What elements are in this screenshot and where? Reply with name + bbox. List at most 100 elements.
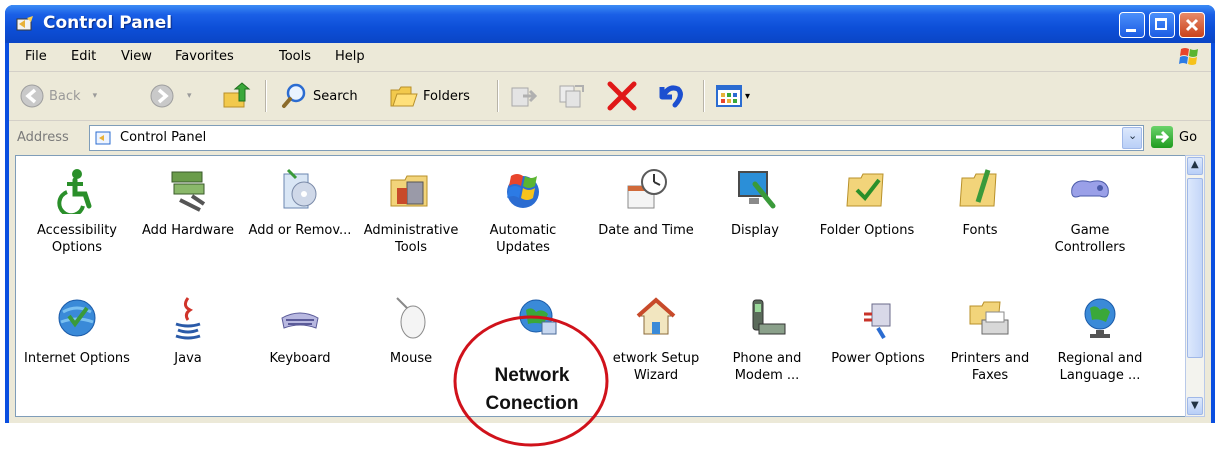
item-label: Printers and Faxes [950, 351, 1030, 383]
accessibility-icon [57, 169, 92, 218]
item-fonts[interactable]: Fonts [926, 166, 1034, 239]
minimize-icon [1126, 29, 1136, 32]
folders-label: Folders [423, 88, 470, 104]
menu-help[interactable]: Help [335, 49, 365, 64]
item-printers-faxes[interactable]: Printers and Faxes [936, 294, 1044, 384]
item-add-hardware[interactable]: Add Hardware [134, 166, 242, 239]
window-title: Control Panel [43, 13, 173, 33]
chevron-down-icon: ▼ [1191, 400, 1199, 411]
item-automatic-updates[interactable]: Automatic Updates [469, 166, 577, 256]
vertical-scrollbar[interactable]: ▲ ▼ [1185, 155, 1205, 417]
delete-button[interactable] [605, 72, 639, 120]
go-button[interactable]: Go [1151, 126, 1197, 148]
item-label: Power Options [831, 351, 925, 366]
item-administrative-tools[interactable]: Administrative Tools [357, 166, 465, 256]
item-date-time[interactable]: Date and Time [592, 166, 700, 239]
maximize-icon [1155, 18, 1167, 30]
folders-icon [390, 86, 418, 107]
item-label: Regional and Language ... [1057, 351, 1143, 383]
search-label: Search [313, 88, 358, 104]
item-phone-modem[interactable]: Phone and Modem ... [713, 294, 821, 384]
go-arrow-icon [1151, 126, 1173, 148]
item-internet-options[interactable]: Internet Options [23, 294, 131, 367]
item-accessibility-options[interactable]: Accessibility Options [23, 166, 131, 256]
search-button[interactable]: Search [281, 72, 358, 120]
item-keyboard[interactable]: Keyboard [246, 294, 354, 367]
menu-edit[interactable]: Edit [71, 49, 96, 64]
item-label: Date and Time [598, 223, 694, 238]
forward-dropdown-icon[interactable]: ▾ [187, 91, 192, 101]
views-dropdown-icon[interactable]: ▾ [745, 91, 750, 102]
mouse-icon [396, 297, 426, 339]
delete-icon [607, 81, 637, 111]
move-to-button[interactable] [509, 72, 539, 120]
windows-logo-icon [1179, 48, 1198, 65]
folder-options-icon [846, 173, 884, 207]
undo-icon [659, 85, 683, 108]
scroll-up-button[interactable]: ▲ [1187, 157, 1203, 175]
item-add-remove-programs[interactable]: Add or Remov... [246, 166, 354, 239]
close-button[interactable] [1179, 12, 1205, 38]
back-dropdown-icon[interactable]: ▾ [93, 91, 98, 101]
minimize-button[interactable] [1119, 12, 1145, 38]
annotation-line1: Network [494, 365, 570, 386]
title-bar[interactable]: Control Panel [5, 5, 1215, 43]
toolbar: Back ▾ ▾ Search Folders ▾ [9, 72, 1211, 121]
administrative-tools-icon [390, 175, 428, 207]
menu-tools[interactable]: Tools [279, 49, 311, 64]
scroll-thumb[interactable] [1187, 178, 1203, 358]
copy-to-icon [559, 85, 584, 108]
forward-arrow-icon [150, 84, 174, 108]
item-regional-language[interactable]: Regional and Language ... [1046, 294, 1154, 384]
copy-to-button[interactable] [557, 72, 587, 120]
go-label: Go [1179, 129, 1198, 145]
phone-modem-icon [752, 299, 786, 335]
control-panel-icon [95, 131, 111, 145]
automatic-updates-icon [507, 174, 539, 208]
item-label: Add Hardware [141, 223, 235, 238]
add-hardware-icon [171, 171, 206, 212]
item-folder-options[interactable]: Folder Options [813, 166, 921, 239]
item-label: Administrative Tools [363, 223, 459, 255]
back-label: Back [49, 88, 81, 104]
close-icon [1185, 18, 1199, 32]
item-label: Java [174, 351, 202, 366]
item-label: Automatic Updates [489, 223, 557, 255]
scroll-down-button[interactable]: ▼ [1187, 397, 1203, 415]
menu-view[interactable]: View [121, 49, 152, 64]
maximize-button[interactable] [1149, 12, 1175, 38]
views-button[interactable]: ▾ [715, 72, 750, 120]
menu-favorites[interactable]: Favorites [175, 49, 234, 64]
back-button[interactable]: Back ▾ [19, 72, 97, 120]
item-label: Phone and Modem ... [732, 351, 802, 383]
toolbar-separator [497, 80, 499, 112]
item-network-setup-wizard[interactable]: etwork Setup Wizard [602, 294, 710, 384]
display-icon [738, 171, 776, 209]
address-label: Address [17, 130, 69, 145]
address-bar: Address Control Panel ⌄ Go [9, 121, 1211, 155]
undo-button[interactable] [653, 72, 687, 120]
item-label: etwork Setup Wizard [612, 351, 700, 383]
menu-bar: File Edit View Favorites Tools Help [9, 43, 1211, 72]
item-label: Display [731, 223, 779, 238]
chevron-down-icon: ⌄ [1128, 129, 1138, 142]
item-display[interactable]: Display [701, 166, 809, 239]
menu-file[interactable]: File [25, 49, 47, 64]
folders-button[interactable]: Folders [389, 72, 470, 120]
up-folder-button[interactable] [221, 72, 251, 120]
item-game-controllers[interactable]: Game Controllers [1036, 166, 1144, 256]
toolbar-separator [265, 80, 267, 112]
power-options-icon [864, 303, 891, 340]
address-dropdown-button[interactable]: ⌄ [1122, 127, 1142, 149]
item-mouse[interactable]: Mouse [357, 294, 465, 367]
forward-button[interactable]: ▾ [149, 72, 192, 120]
java-icon [175, 297, 201, 340]
address-value: Control Panel [120, 130, 207, 145]
item-label: Game Controllers [1054, 223, 1126, 255]
regional-language-icon [1084, 298, 1116, 338]
item-label: Add or Remov... [248, 223, 352, 238]
back-arrow-icon [20, 84, 44, 108]
item-power-options[interactable]: Power Options [824, 294, 932, 367]
item-java[interactable]: Java [134, 294, 242, 367]
address-field[interactable]: Control Panel ⌄ [89, 125, 1144, 151]
